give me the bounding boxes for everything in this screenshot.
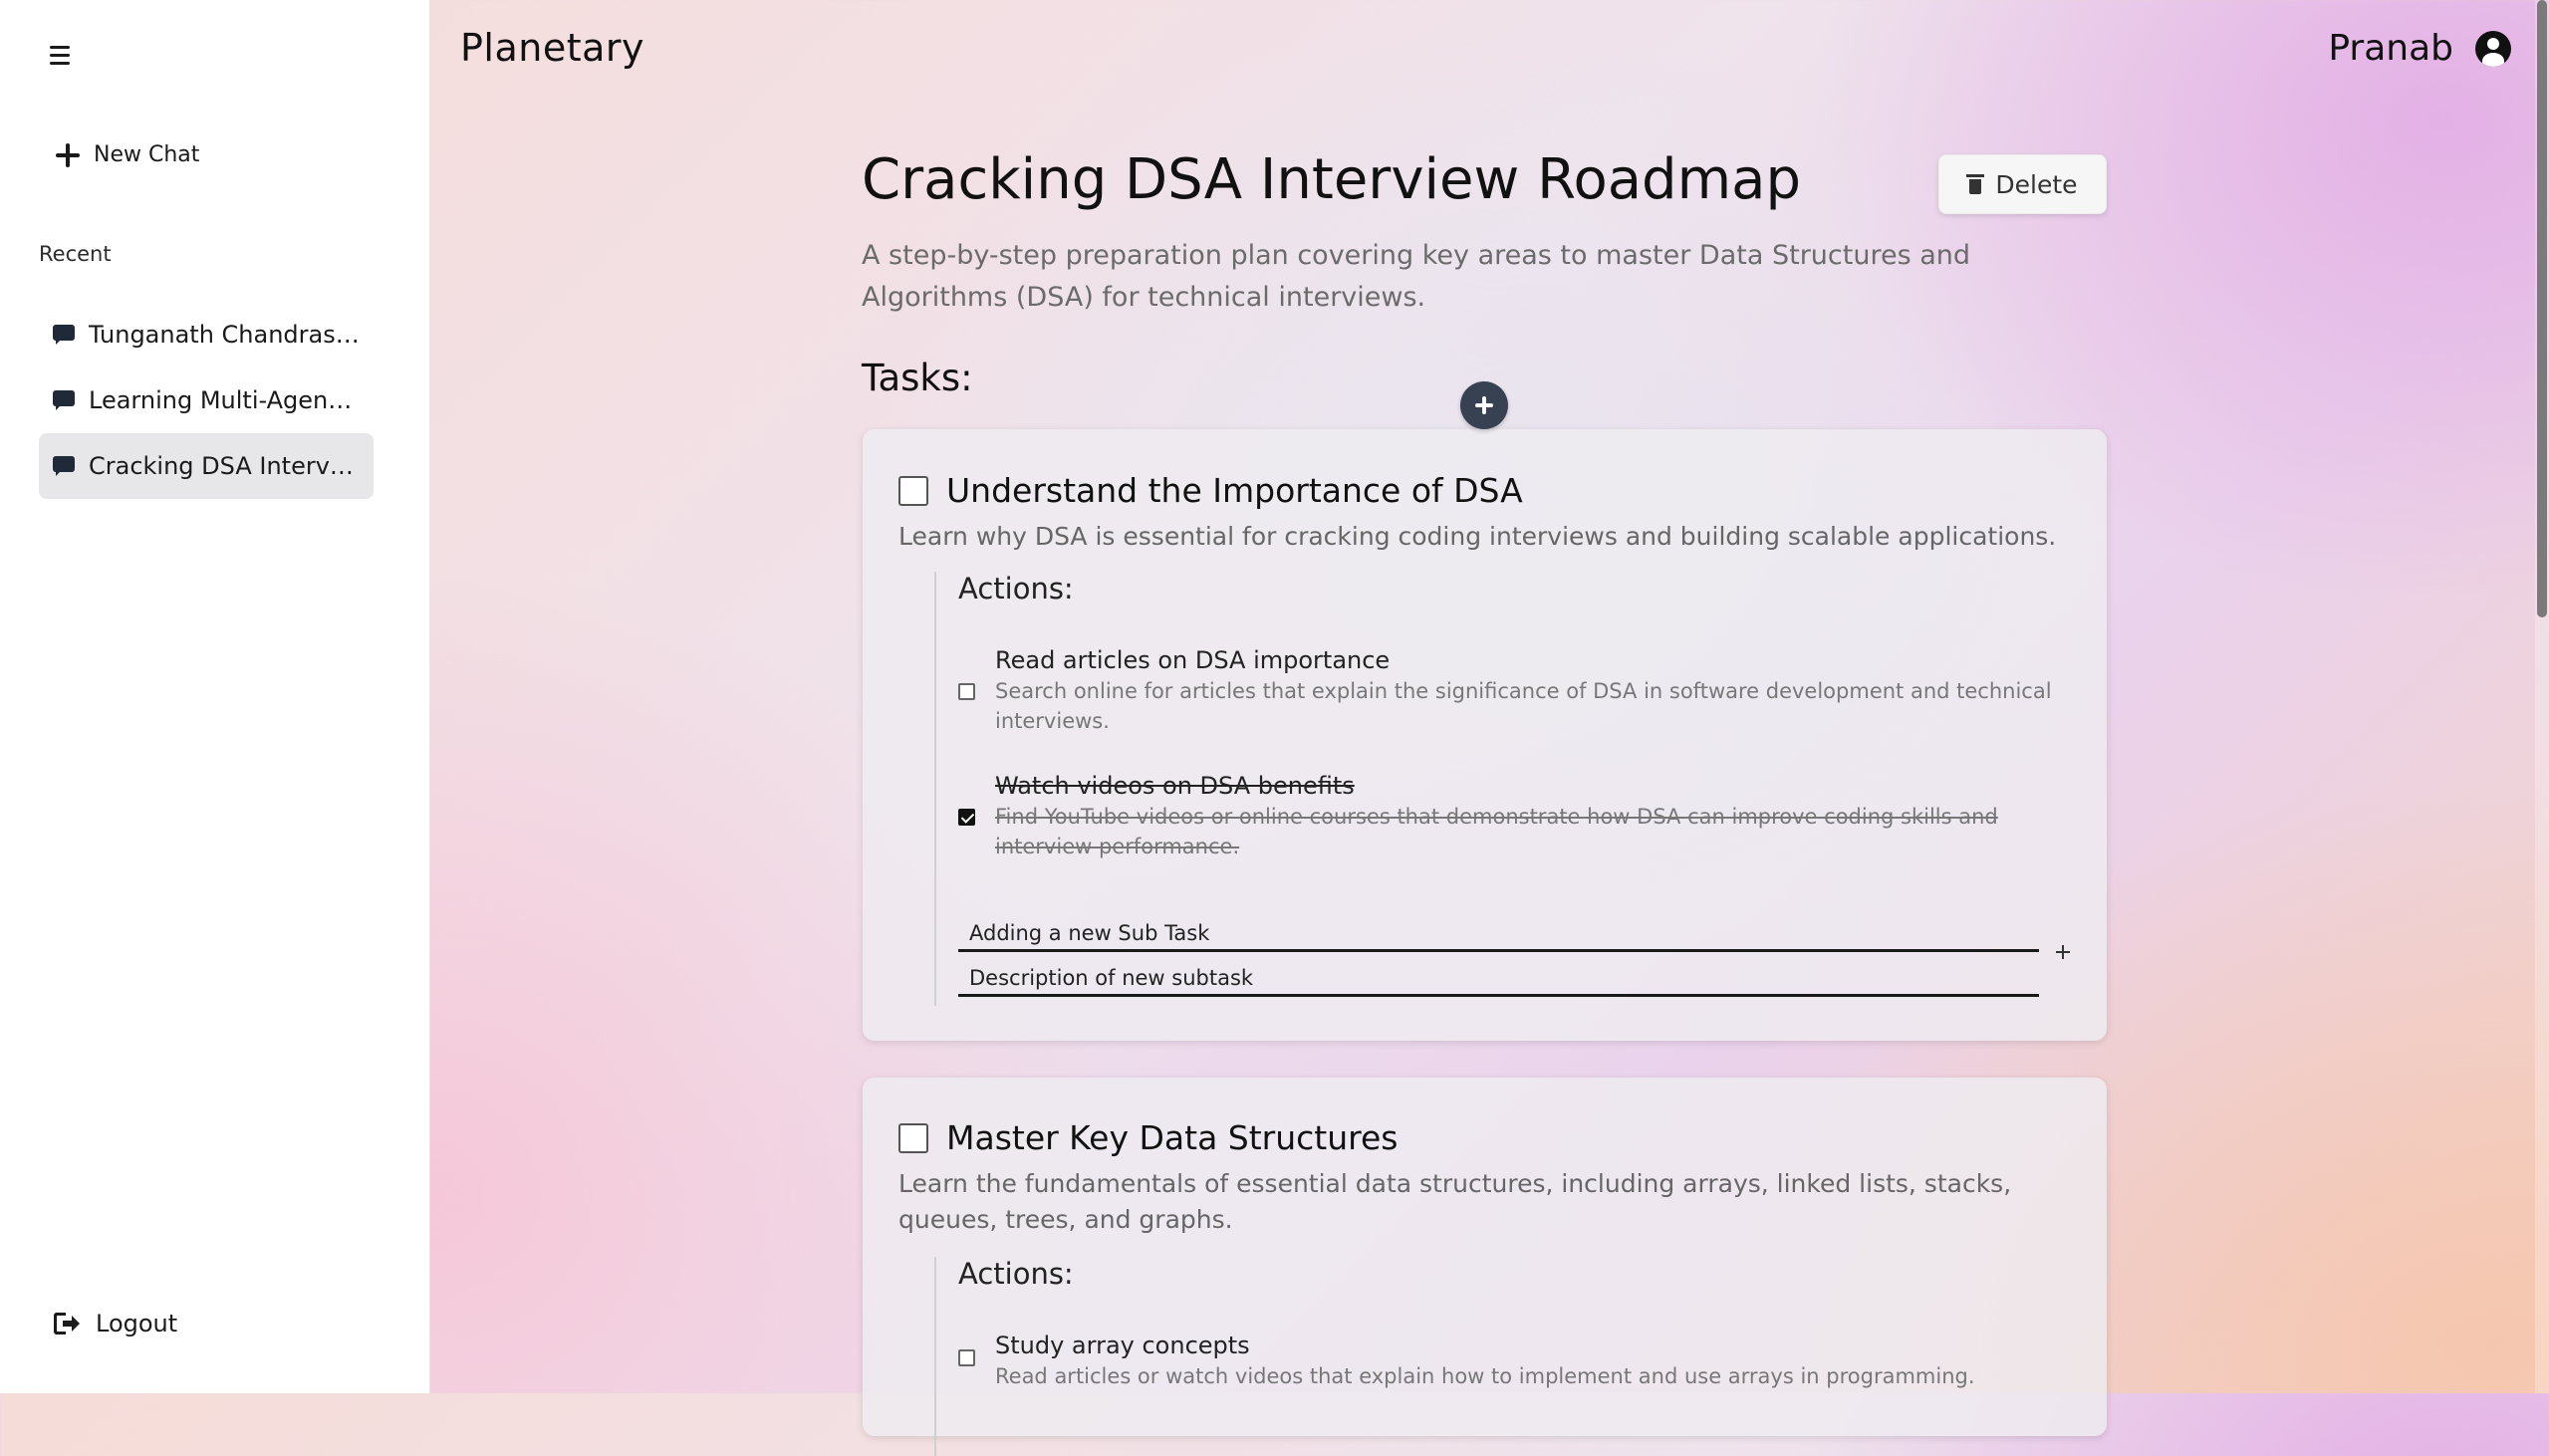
logout-button[interactable]: Logout <box>54 1310 177 1337</box>
hamburger-menu-icon[interactable] <box>50 40 80 70</box>
new-chat-label: New Chat <box>94 142 200 167</box>
task-card: Master Key Data Structures Learn the fun… <box>863 1078 2107 1456</box>
page-title: Cracking DSA Interview Roadmap <box>862 147 1802 212</box>
task-description: Learn the fundamentals of essential data… <box>898 1169 2012 1234</box>
add-task-button[interactable] <box>1460 381 1508 429</box>
subtask-description: Read articles or watch videos that expla… <box>995 1364 1975 1388</box>
subtask-checkbox-checked[interactable] <box>958 809 975 826</box>
task-title: Understand the Importance of DSA <box>946 471 1523 510</box>
recent-chat-label: Cracking DSA Interview Roadmap <box>89 452 360 480</box>
subtask-item: Read articles on DSA importance Search o… <box>958 644 2084 733</box>
page-description: A step-by-step preparation plan covering… <box>862 240 1971 313</box>
chat-bubble-icon <box>53 325 75 345</box>
new-subtask-description-input[interactable] <box>958 955 2039 997</box>
recent-chat-item-active[interactable]: Cracking DSA Interview Roadmap <box>39 433 374 499</box>
plus-icon <box>56 142 80 167</box>
task-card: Understand the Importance of DSA Learn w… <box>863 429 2107 1041</box>
page-scrollbar[interactable] <box>2535 0 2549 1393</box>
task-checkbox[interactable] <box>898 475 928 506</box>
recent-heading: Recent <box>39 242 112 266</box>
recent-chat-list: Tunganath Chandrashila Trek Learning Mul… <box>39 302 374 499</box>
chat-bubble-icon <box>53 456 75 476</box>
subtask-description: Find YouTube videos or online courses th… <box>995 805 1998 858</box>
app-title: Planetary <box>460 26 645 70</box>
user-menu[interactable]: Pranab <box>2328 28 2511 69</box>
delete-label: Delete <box>1995 169 2078 199</box>
actions-label: Actions: <box>958 572 1074 606</box>
task-header: Understand the Importance of DSA <box>898 471 1523 510</box>
scrollbar-thumb[interactable] <box>2537 0 2547 617</box>
trash-icon <box>1966 174 1985 194</box>
recent-chat-item[interactable]: Tunganath Chandrashila Trek <box>39 302 374 367</box>
sidebar: New Chat Recent Tunganath Chandrashila T… <box>0 0 430 1393</box>
subtask-checkbox[interactable] <box>958 683 975 700</box>
recent-chat-label: Tunganath Chandrashila Trek <box>89 321 360 349</box>
subtask-title: Study array concepts <box>995 1332 1250 1359</box>
task-checkbox[interactable] <box>898 1122 928 1153</box>
subtask-item: Study array concepts Read articles or wa… <box>958 1330 2084 1409</box>
recent-chat-item[interactable]: Learning Multi-Agent Systems <box>39 367 374 433</box>
new-subtask-title-input[interactable] <box>958 910 2039 952</box>
chat-bubble-icon <box>53 390 75 410</box>
recent-chat-label: Learning Multi-Agent Systems <box>89 386 360 414</box>
subtask-title: Watch videos on DSA benefits <box>995 772 1355 800</box>
delete-button[interactable]: Delete <box>1938 154 2107 214</box>
subtask-item-completed: Watch videos on DSA benefits Find YouTub… <box>958 770 2084 858</box>
task-header: Master Key Data Structures <box>898 1118 1399 1157</box>
new-chat-button[interactable]: New Chat <box>56 142 199 167</box>
subtask-description: Search online for articles that explain … <box>995 679 2052 733</box>
subtask-title: Read articles on DSA importance <box>995 646 1391 674</box>
add-subtask-icon[interactable] <box>2052 941 2074 963</box>
user-name: Pranab <box>2328 28 2453 69</box>
actions-label: Actions: <box>958 1257 1074 1291</box>
task-description: Learn why DSA is essential for cracking … <box>898 522 2057 551</box>
tasks-heading: Tasks: <box>862 357 973 399</box>
user-avatar-icon[interactable] <box>2475 30 2511 67</box>
logout-label: Logout <box>96 1310 178 1337</box>
logout-icon <box>54 1312 80 1335</box>
subtask-checkbox[interactable] <box>958 1349 975 1366</box>
task-title: Master Key Data Structures <box>946 1118 1399 1157</box>
